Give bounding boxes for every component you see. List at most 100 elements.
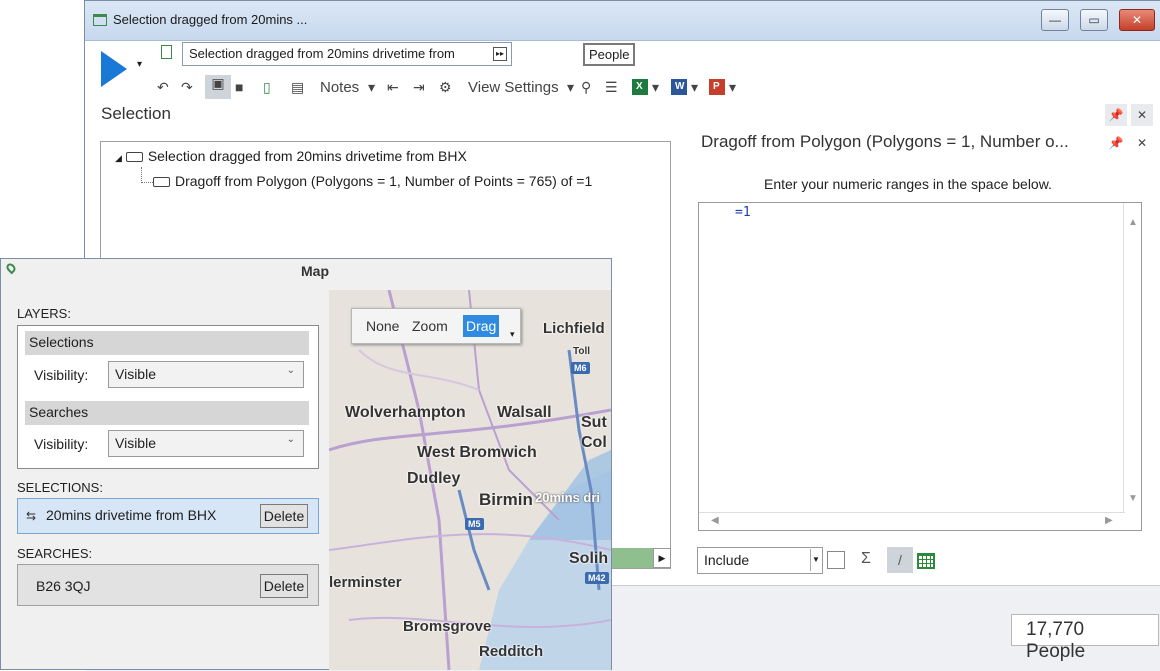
view-settings-dropdown-icon[interactable]: ▾ [567, 79, 574, 96]
place-wolverhampton: Wolverhampton [345, 404, 466, 421]
selection-overlay-label: 20mins dri [535, 490, 601, 505]
range-editor-text: =1 [735, 205, 751, 220]
include-select[interactable]: Include [697, 547, 823, 574]
close-button[interactable]: ✕ [1119, 9, 1155, 31]
map-canvas[interactable]: Lichfield Toll M6 Wolverhampton Walsall … [329, 290, 611, 670]
window-title: Selection dragged from 20mins ... [113, 12, 308, 27]
mode-drag[interactable]: Drag [463, 315, 500, 337]
word-export-icon[interactable] [671, 79, 687, 95]
table-icon[interactable]: ☰ [605, 79, 618, 96]
map-title: Map [301, 263, 329, 279]
layers-box: Selections Visibility: Visible ⌄ Searche… [17, 325, 319, 469]
horizontal-scrollbar[interactable]: ◀ ▶ [699, 512, 1125, 530]
selections-label: SELECTIONS: [17, 480, 103, 495]
excel-export-icon[interactable] [632, 79, 648, 95]
range-panel-title: Dragoff from Polygon (Polygons = 1, Numb… [701, 132, 1069, 151]
place-walsall: Walsall [497, 404, 552, 421]
hierarchy-icon[interactable]: ⚲ [581, 79, 591, 96]
layers-label: LAYERS: [17, 306, 71, 321]
chevron-down-icon: ⌄ [286, 365, 295, 376]
delete-selection-button[interactable]: Delete [260, 504, 308, 528]
excel-dropdown-icon[interactable]: ▾ [652, 79, 659, 96]
node-icon [125, 152, 143, 163]
selections-visibility-select[interactable]: Visible ⌄ [108, 361, 304, 388]
database-icon[interactable]: ▯ [263, 79, 271, 96]
notes-menu[interactable]: Notes [320, 79, 359, 96]
sigma-icon[interactable]: Σ [861, 550, 871, 568]
expand-icon[interactable]: ▸▸ [493, 47, 507, 61]
selection-name-field[interactable]: Selection dragged from 20mins drivetime … [182, 42, 512, 66]
visibility-label: Visibility: [34, 367, 89, 383]
include-dropdown-icon[interactable]: ▼ [810, 549, 821, 571]
search-list-item[interactable]: B26 3QJ Delete [17, 564, 319, 606]
tree-child-node[interactable]: Dragoff from Polygon (Polygons = 1, Numb… [153, 173, 592, 189]
selection-item-label: 20mins drivetime from BHX [46, 507, 217, 523]
view-settings-menu[interactable]: View Settings [468, 79, 559, 96]
search-item-label: B26 3QJ [36, 578, 91, 594]
road-m42: M42 [585, 572, 609, 584]
people-chip[interactable]: People [583, 43, 636, 66]
scroll-right-icon[interactable]: ▶ [1105, 515, 1113, 526]
layer-searches-header: Searches [25, 401, 309, 425]
place-sutton: Sut [581, 414, 607, 431]
place-redditch: Redditch [479, 643, 544, 660]
selection-list-item[interactable]: ⇆ 20mins drivetime from BHX Delete [17, 498, 319, 534]
scroll-right-icon[interactable]: ▶ [653, 548, 671, 568]
save-icon[interactable]: ■ [235, 79, 243, 95]
word-dropdown-icon[interactable]: ▾ [691, 79, 698, 96]
maximize-button[interactable]: ▭ [1080, 9, 1108, 31]
place-kidderminster: lerminster [329, 574, 402, 591]
lock-icon[interactable]: ▣ [205, 75, 231, 99]
gear-icon[interactable]: ⚙ [439, 79, 452, 96]
tree-root-label: Selection dragged from 20mins drivetime … [147, 148, 467, 164]
node-icon [153, 177, 170, 188]
road-m5: M5 [465, 518, 484, 530]
place-coldfield: Col [581, 434, 607, 451]
tree-connector [141, 167, 153, 183]
map-background [329, 290, 611, 670]
redo-icon[interactable]: ↷ [181, 79, 193, 96]
document-icon [161, 45, 172, 59]
place-toll: Toll [573, 346, 591, 357]
range-instructions: Enter your numeric ranges in the space b… [764, 176, 1052, 192]
pin-icon[interactable]: 📌 [1105, 132, 1127, 154]
scroll-up-icon[interactable]: ▲ [1128, 217, 1138, 228]
close-panel-icon[interactable]: ✕ [1131, 104, 1153, 126]
searches-label: SEARCHES: [17, 546, 93, 561]
minimize-button[interactable]: — [1041, 9, 1069, 31]
range-editor[interactable]: =1 ▲ ▼ ◀ ▶ [698, 202, 1142, 531]
selection-heading: Selection [101, 104, 171, 123]
powerpoint-export-icon[interactable] [709, 79, 725, 95]
tree-root-node[interactable]: ◢ Selection dragged from 20mins drivetim… [115, 148, 467, 164]
searches-visibility-select[interactable]: Visible ⌄ [108, 430, 304, 457]
run-icon[interactable] [101, 51, 127, 87]
grid-icon[interactable] [917, 553, 935, 569]
pen-icon[interactable]: / [887, 547, 913, 573]
delete-search-button[interactable]: Delete [260, 574, 308, 598]
mode-overflow-icon[interactable]: ▾ [510, 329, 515, 340]
tree-child-label: Dragoff from Polygon (Polygons = 1, Numb… [175, 173, 593, 189]
chart-icon[interactable] [827, 551, 845, 569]
map-window: Map LAYERS: Selections Visibility: Visib… [0, 258, 612, 670]
undo-icon[interactable]: ↶ [157, 79, 169, 96]
scroll-down-icon[interactable]: ▼ [1128, 493, 1138, 504]
scroll-left-icon[interactable]: ◀ [711, 515, 719, 526]
chevron-down-icon: ⌄ [286, 434, 295, 445]
notes-dropdown-icon[interactable]: ▾ [368, 79, 375, 96]
window-icon [93, 14, 107, 26]
title-bar: Selection dragged from 20mins ... — ▭ ✕ [85, 1, 1160, 41]
indent-icon[interactable]: ⇤ [387, 79, 399, 96]
close-panel-icon[interactable]: ✕ [1131, 132, 1153, 154]
outdent-icon[interactable]: ⇥ [413, 79, 425, 96]
pin-icon[interactable]: 📌 [1105, 104, 1127, 126]
vertical-scrollbar[interactable]: ▲ ▼ [1123, 203, 1141, 513]
mode-zoom[interactable]: Zoom [412, 318, 448, 334]
collapse-icon[interactable]: ◢ [115, 153, 122, 163]
notes-icon[interactable]: ▤ [291, 79, 304, 96]
map-pin-icon [4, 261, 18, 275]
tree-scrollbar[interactable]: ▶ [609, 548, 671, 568]
place-west-bromwich: West Bromwich [417, 444, 537, 461]
run-dropdown-icon[interactable]: ▾ [137, 59, 142, 70]
mode-none[interactable]: None [366, 318, 399, 334]
powerpoint-dropdown-icon[interactable]: ▾ [729, 79, 736, 96]
